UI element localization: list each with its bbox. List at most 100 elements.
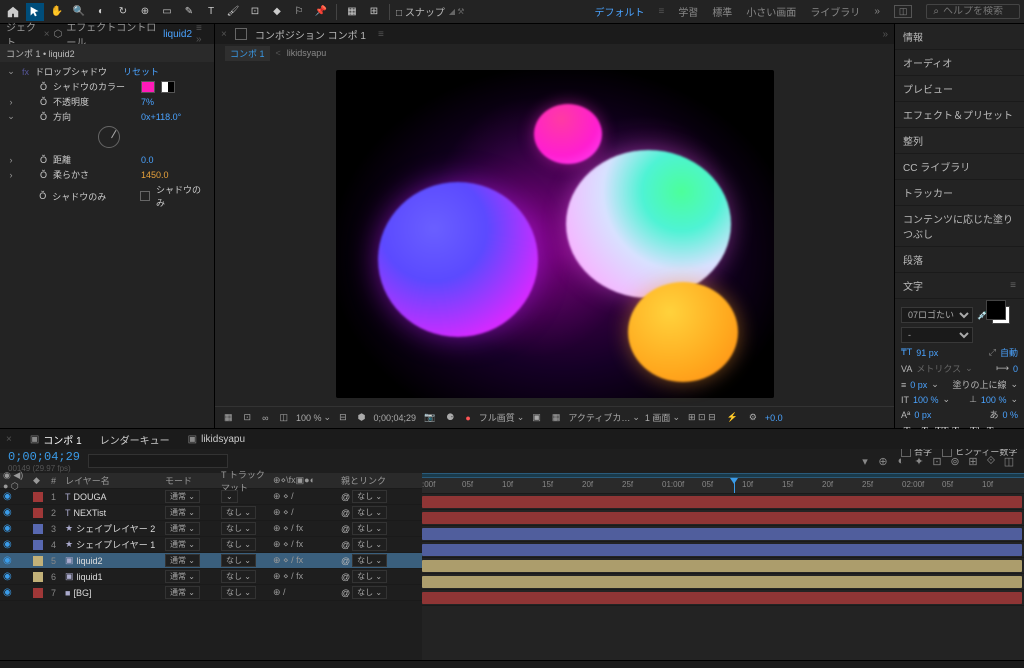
parent-dropdown[interactable]: なし ⌄ <box>352 586 387 599</box>
visibility-icon[interactable]: ◉ <box>3 587 12 598</box>
parent-dropdown[interactable]: なし ⌄ <box>352 570 387 583</box>
crumb-layer[interactable]: likidsyapu <box>287 48 327 58</box>
label-color[interactable] <box>33 524 43 534</box>
layer-name[interactable]: ★ シェイプレイヤー 1 <box>62 537 162 552</box>
blend-mode-dropdown[interactable]: 通常 ⌄ <box>165 570 200 583</box>
direction-dial[interactable] <box>98 126 120 148</box>
visibility-icon[interactable]: ◉ <box>3 539 12 550</box>
layer-row[interactable]: ◉ 5 ▣ liquid2 通常 ⌄ なし ⌄ ⊕ ⋄ / fx @なし ⌄ <box>0 553 422 569</box>
pickwhip-icon[interactable]: @ <box>341 508 350 518</box>
view-options-icon[interactable]: ⊞ ⊡ ⊟ <box>685 412 719 423</box>
tsume-value[interactable]: 0 % <box>1002 410 1018 420</box>
distance-value[interactable]: 0.0 <box>141 155 154 165</box>
layer-duration-bar[interactable] <box>422 592 1022 604</box>
header-mode[interactable]: モード <box>162 473 218 488</box>
workspace-library[interactable]: ライブラリ <box>810 4 860 19</box>
comp-tab[interactable]: コンポジション コンポ 1 <box>255 27 366 42</box>
visibility-icon[interactable]: ◉ <box>3 507 12 518</box>
panel-content-fill[interactable]: コンテンツに応じた塗りつぶし <box>895 206 1024 247</box>
zoom-tool-icon[interactable]: 🔍 <box>70 3 88 21</box>
stopwatch-icon[interactable]: Ŏ <box>40 97 47 107</box>
hand-tool-icon[interactable]: ✋ <box>48 3 66 21</box>
visibility-icon[interactable]: ◉ <box>3 523 12 534</box>
layer-switches[interactable]: ⊕ ⋄ / fx <box>270 537 338 552</box>
anchor-tool-icon[interactable]: ⊕ <box>136 3 154 21</box>
opacity-value[interactable]: 7% <box>141 97 154 107</box>
fill-stroke-swatch[interactable] <box>992 306 1010 324</box>
quality-dropdown[interactable]: フル画質 ⌄ <box>479 411 525 424</box>
label-color[interactable] <box>33 556 43 566</box>
twisty-icon[interactable]: › <box>6 155 16 165</box>
direction-value[interactable]: 0x+118.0° <box>141 112 181 122</box>
panel-paragraph[interactable]: 段落 <box>895 247 1024 273</box>
track-matte-dropdown[interactable]: なし ⌄ <box>221 586 256 599</box>
layer-row[interactable]: ◉ 1 T DOUGA 通常 ⌄ ⌄ ⊕ ⋄ / @なし ⌄ <box>0 489 422 505</box>
parent-dropdown[interactable]: なし ⌄ <box>352 522 387 535</box>
orbit-tool-icon[interactable]: ◐ <box>92 3 110 21</box>
panel-character-header[interactable]: 文字≡ <box>895 273 1024 299</box>
fx-icon[interactable]: ✦ <box>912 454 926 468</box>
tracking-value[interactable]: 0 <box>1013 364 1018 374</box>
effect-target-link[interactable]: liquid2 <box>163 29 192 40</box>
blend-mode-dropdown[interactable]: 通常 ⌄ <box>165 586 200 599</box>
timeline-tab-render[interactable]: レンダーキュー <box>100 432 170 447</box>
rgb-icon[interactable]: ● <box>462 413 473 423</box>
draft3d-icon[interactable]: ⟐ <box>984 454 998 468</box>
zoom-dropdown[interactable]: 100 % ⌄ <box>296 412 331 423</box>
track-matte-dropdown[interactable]: なし ⌄ <box>221 506 256 519</box>
layer-duration-bar[interactable] <box>422 496 1022 508</box>
selection-tool-icon[interactable] <box>26 3 44 21</box>
layer-name[interactable]: ★ シェイプレイヤー 2 <box>62 521 162 536</box>
workspace-learn[interactable]: 学習 <box>678 4 698 19</box>
camera-dropdown[interactable]: アクティブカ… ⌄ <box>568 411 640 424</box>
timeline-tab-comp1[interactable]: ▣コンポ 1 <box>30 432 82 447</box>
motion-blur-icon[interactable]: ⊚ <box>948 454 962 468</box>
timeline-bar-row[interactable] <box>422 494 1024 510</box>
panel-audio[interactable]: オーディオ <box>895 50 1024 76</box>
text-tool-icon[interactable]: T <box>202 3 220 21</box>
twisty-icon[interactable]: › <box>6 170 16 180</box>
stopwatch-icon[interactable]: Ŏ <box>40 170 47 180</box>
track-matte-dropdown[interactable]: なし ⌄ <box>221 570 256 583</box>
layer-name[interactable]: T NEXTist <box>62 505 162 520</box>
shy-icon[interactable]: ▾ <box>858 454 872 468</box>
pickwhip-icon[interactable]: @ <box>341 524 350 534</box>
layer-duration-bar[interactable] <box>422 544 1022 556</box>
header-parent[interactable]: 親とリンク <box>338 473 414 488</box>
font-size-value[interactable]: 91 px <box>916 348 938 358</box>
eyedropper-icon[interactable] <box>161 81 175 93</box>
fast-preview-icon[interactable]: ⚡ <box>724 412 741 423</box>
collapse-icon[interactable]: ⊕ <box>876 454 890 468</box>
layer-row[interactable]: ◉ 2 T NEXTist 通常 ⌄ なし ⌄ ⊕ ⋄ / @なし ⌄ <box>0 505 422 521</box>
effect-name[interactable]: ドロップシャドウ <box>35 65 117 78</box>
timeline-search[interactable] <box>88 454 228 468</box>
twisty-icon[interactable]: › <box>6 97 16 107</box>
font-family-dropdown[interactable]: 07ロゴたいぷゴ.. <box>901 307 973 323</box>
parent-dropdown[interactable]: なし ⌄ <box>352 538 387 551</box>
track-matte-dropdown[interactable]: なし ⌄ <box>221 522 256 535</box>
vscale-value[interactable]: 100 % <box>913 395 939 405</box>
timeline-bar-row[interactable] <box>422 542 1024 558</box>
blend-mode-dropdown[interactable]: 通常 ⌄ <box>165 538 200 551</box>
label-color[interactable] <box>33 588 43 598</box>
parent-dropdown[interactable]: なし ⌄ <box>352 554 387 567</box>
brush-tool-icon[interactable]: 🖌 <box>224 3 242 21</box>
layer-duration-bar[interactable] <box>422 512 1022 524</box>
hscale-value[interactable]: 100 % <box>981 395 1007 405</box>
roi-icon[interactable]: ▣ <box>529 412 544 423</box>
current-timecode[interactable]: 0;00;04;29 <box>8 450 80 464</box>
panel-align[interactable]: 整列 <box>895 128 1024 154</box>
parent-dropdown[interactable]: なし ⌄ <box>352 506 387 519</box>
label-color[interactable] <box>33 572 43 582</box>
layer-row[interactable]: ◉ 4 ★ シェイプレイヤー 1 通常 ⌄ なし ⌄ ⊕ ⋄ / fx @なし … <box>0 537 422 553</box>
layer-name[interactable]: ▣ liquid1 <box>62 569 162 584</box>
visibility-icon[interactable]: ◉ <box>3 491 12 502</box>
timeline-bar-row[interactable] <box>422 558 1024 574</box>
twisty-icon[interactable]: ⌄ <box>6 111 16 122</box>
share-icon[interactable]: ◫ <box>894 5 913 18</box>
pickwhip-icon[interactable]: @ <box>341 572 350 582</box>
crumb-comp[interactable]: コンポ 1 <box>225 46 270 61</box>
graph-icon[interactable]: ⊞ <box>966 454 980 468</box>
res-icon[interactable]: ⊟ <box>336 412 350 423</box>
magnify-icon[interactable]: ▦ <box>221 412 236 423</box>
